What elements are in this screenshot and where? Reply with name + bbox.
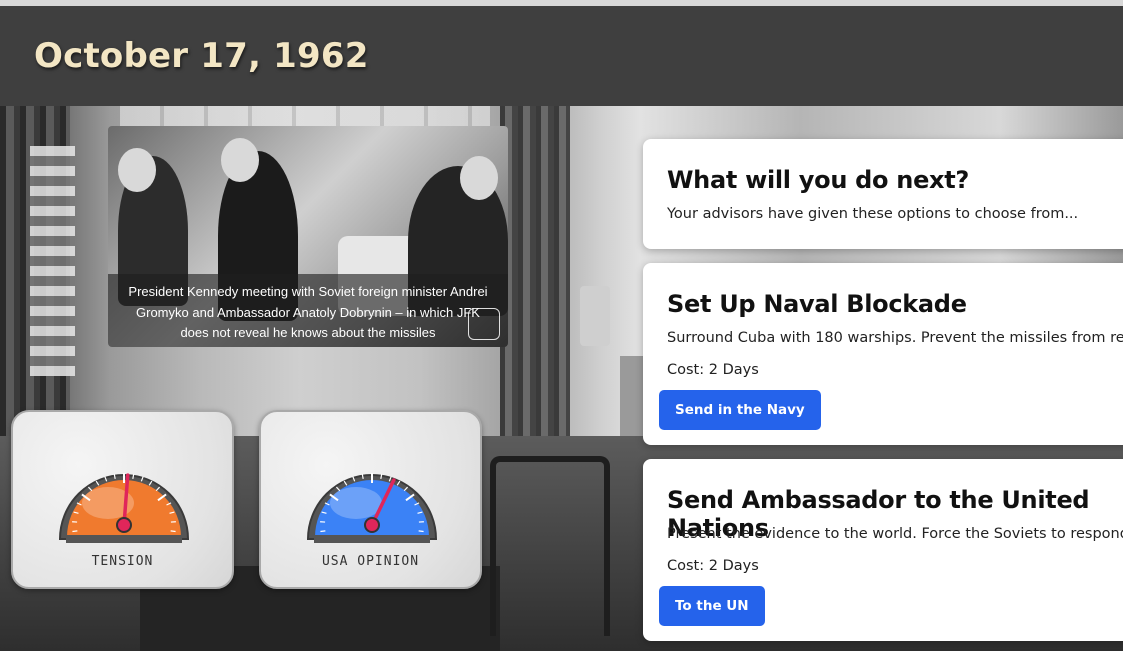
header-bar: October 17, 1962 xyxy=(0,6,1123,106)
usa-opinion-gauge-label: USA OPINION xyxy=(321,554,420,569)
option-description: Present the evidence to the world. Force… xyxy=(667,526,1123,542)
photo-head-dobrynin xyxy=(221,138,259,182)
gauge-hub xyxy=(116,517,132,533)
option-card-blockade: Set Up Naval Blockade Surround Cuba with… xyxy=(643,263,1123,445)
gauge-base xyxy=(314,535,430,543)
send-navy-button[interactable]: Send in the Navy xyxy=(659,390,821,430)
background-chair xyxy=(490,456,610,636)
gauge-hub xyxy=(364,517,380,533)
photo-head-kennedy xyxy=(460,156,498,200)
background-flag xyxy=(30,146,75,376)
option-cost: Cost: 2 Days xyxy=(667,362,759,378)
prompt-card: What will you do next? Your advisors hav… xyxy=(643,139,1123,249)
tension-gauge-label: TENSION xyxy=(91,554,154,569)
usa-opinion-gauge: USA OPINION xyxy=(259,410,482,589)
photo-caption: President Kennedy meeting with Soviet fo… xyxy=(108,274,508,347)
gauge-tick xyxy=(170,530,176,533)
option-cost: Cost: 2 Days xyxy=(667,558,759,574)
option-description: Surround Cuba with 180 warships. Prevent… xyxy=(667,330,1123,346)
option-card-un: Send Ambassador to the United Nations Pr… xyxy=(643,459,1123,641)
prompt-title: What will you do next? xyxy=(667,166,970,194)
photo-head-gromyko xyxy=(118,148,156,192)
gauge-tick xyxy=(320,530,326,533)
gauge-highlight xyxy=(330,487,382,519)
background-lamp xyxy=(580,286,610,346)
gauge-tick xyxy=(72,530,78,533)
option-title: Set Up Naval Blockade xyxy=(667,290,967,318)
caption-toggle-button[interactable] xyxy=(468,308,500,340)
to-un-button[interactable]: To the UN xyxy=(659,586,765,626)
page-title: October 17, 1962 xyxy=(34,36,369,76)
gauge-tick xyxy=(418,530,424,533)
historical-photo: President Kennedy meeting with Soviet fo… xyxy=(108,126,508,347)
tension-gauge: TENSION xyxy=(11,410,234,589)
gauge-base xyxy=(66,535,182,543)
prompt-subtitle: Your advisors have given these options t… xyxy=(667,206,1079,222)
